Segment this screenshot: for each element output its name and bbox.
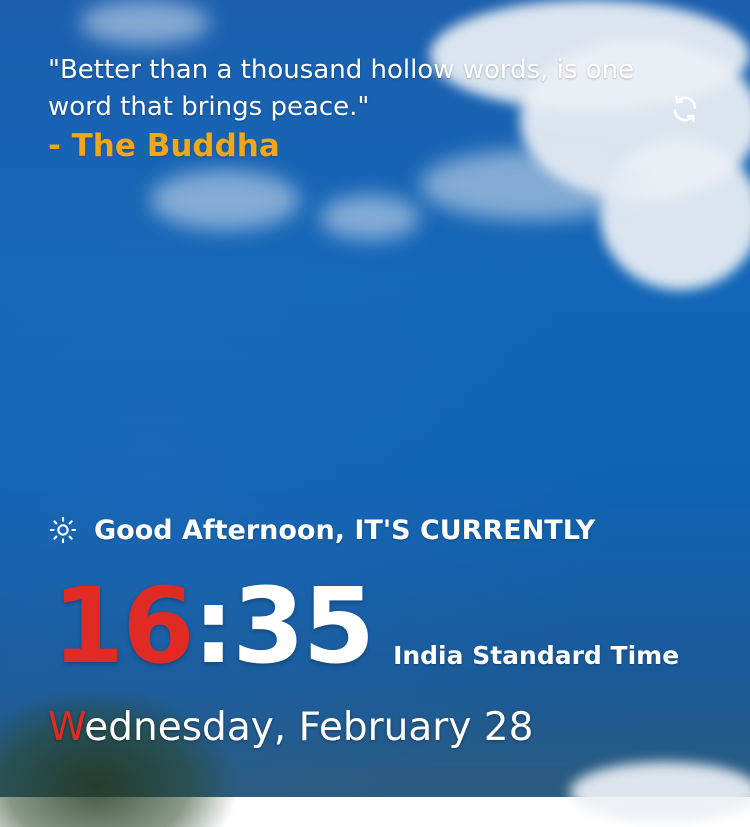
cloud xyxy=(570,762,750,822)
greeting-text: Good Afternoon, IT'S CURRENTLY xyxy=(94,514,596,546)
date-first-letter: W xyxy=(48,705,85,750)
cloud xyxy=(150,170,300,230)
cloud xyxy=(600,140,750,290)
date-rest: ednesday, February 28 xyxy=(84,705,534,750)
sun-icon xyxy=(48,515,78,545)
greeting: Good Afternoon, IT'S CURRENTLY xyxy=(48,512,595,548)
clock-hour: 16 xyxy=(52,565,195,687)
cloud xyxy=(420,150,640,220)
clock-time: 16:35 xyxy=(52,574,375,678)
date-display: Wednesday, February 28 xyxy=(48,702,533,754)
refresh-quote-button[interactable] xyxy=(668,92,702,126)
clock-separator: : xyxy=(192,565,235,687)
cloud xyxy=(80,0,210,45)
refresh-icon xyxy=(673,95,697,123)
quote-author: - The Buddha xyxy=(48,128,280,164)
timezone-label: India Standard Time xyxy=(393,641,680,670)
clock-minute: 35 xyxy=(232,565,375,687)
clock: 16:35 India Standard Time xyxy=(52,568,679,678)
quote-text: "Better than a thousand hollow words, is… xyxy=(48,55,635,122)
cloud xyxy=(320,195,420,240)
